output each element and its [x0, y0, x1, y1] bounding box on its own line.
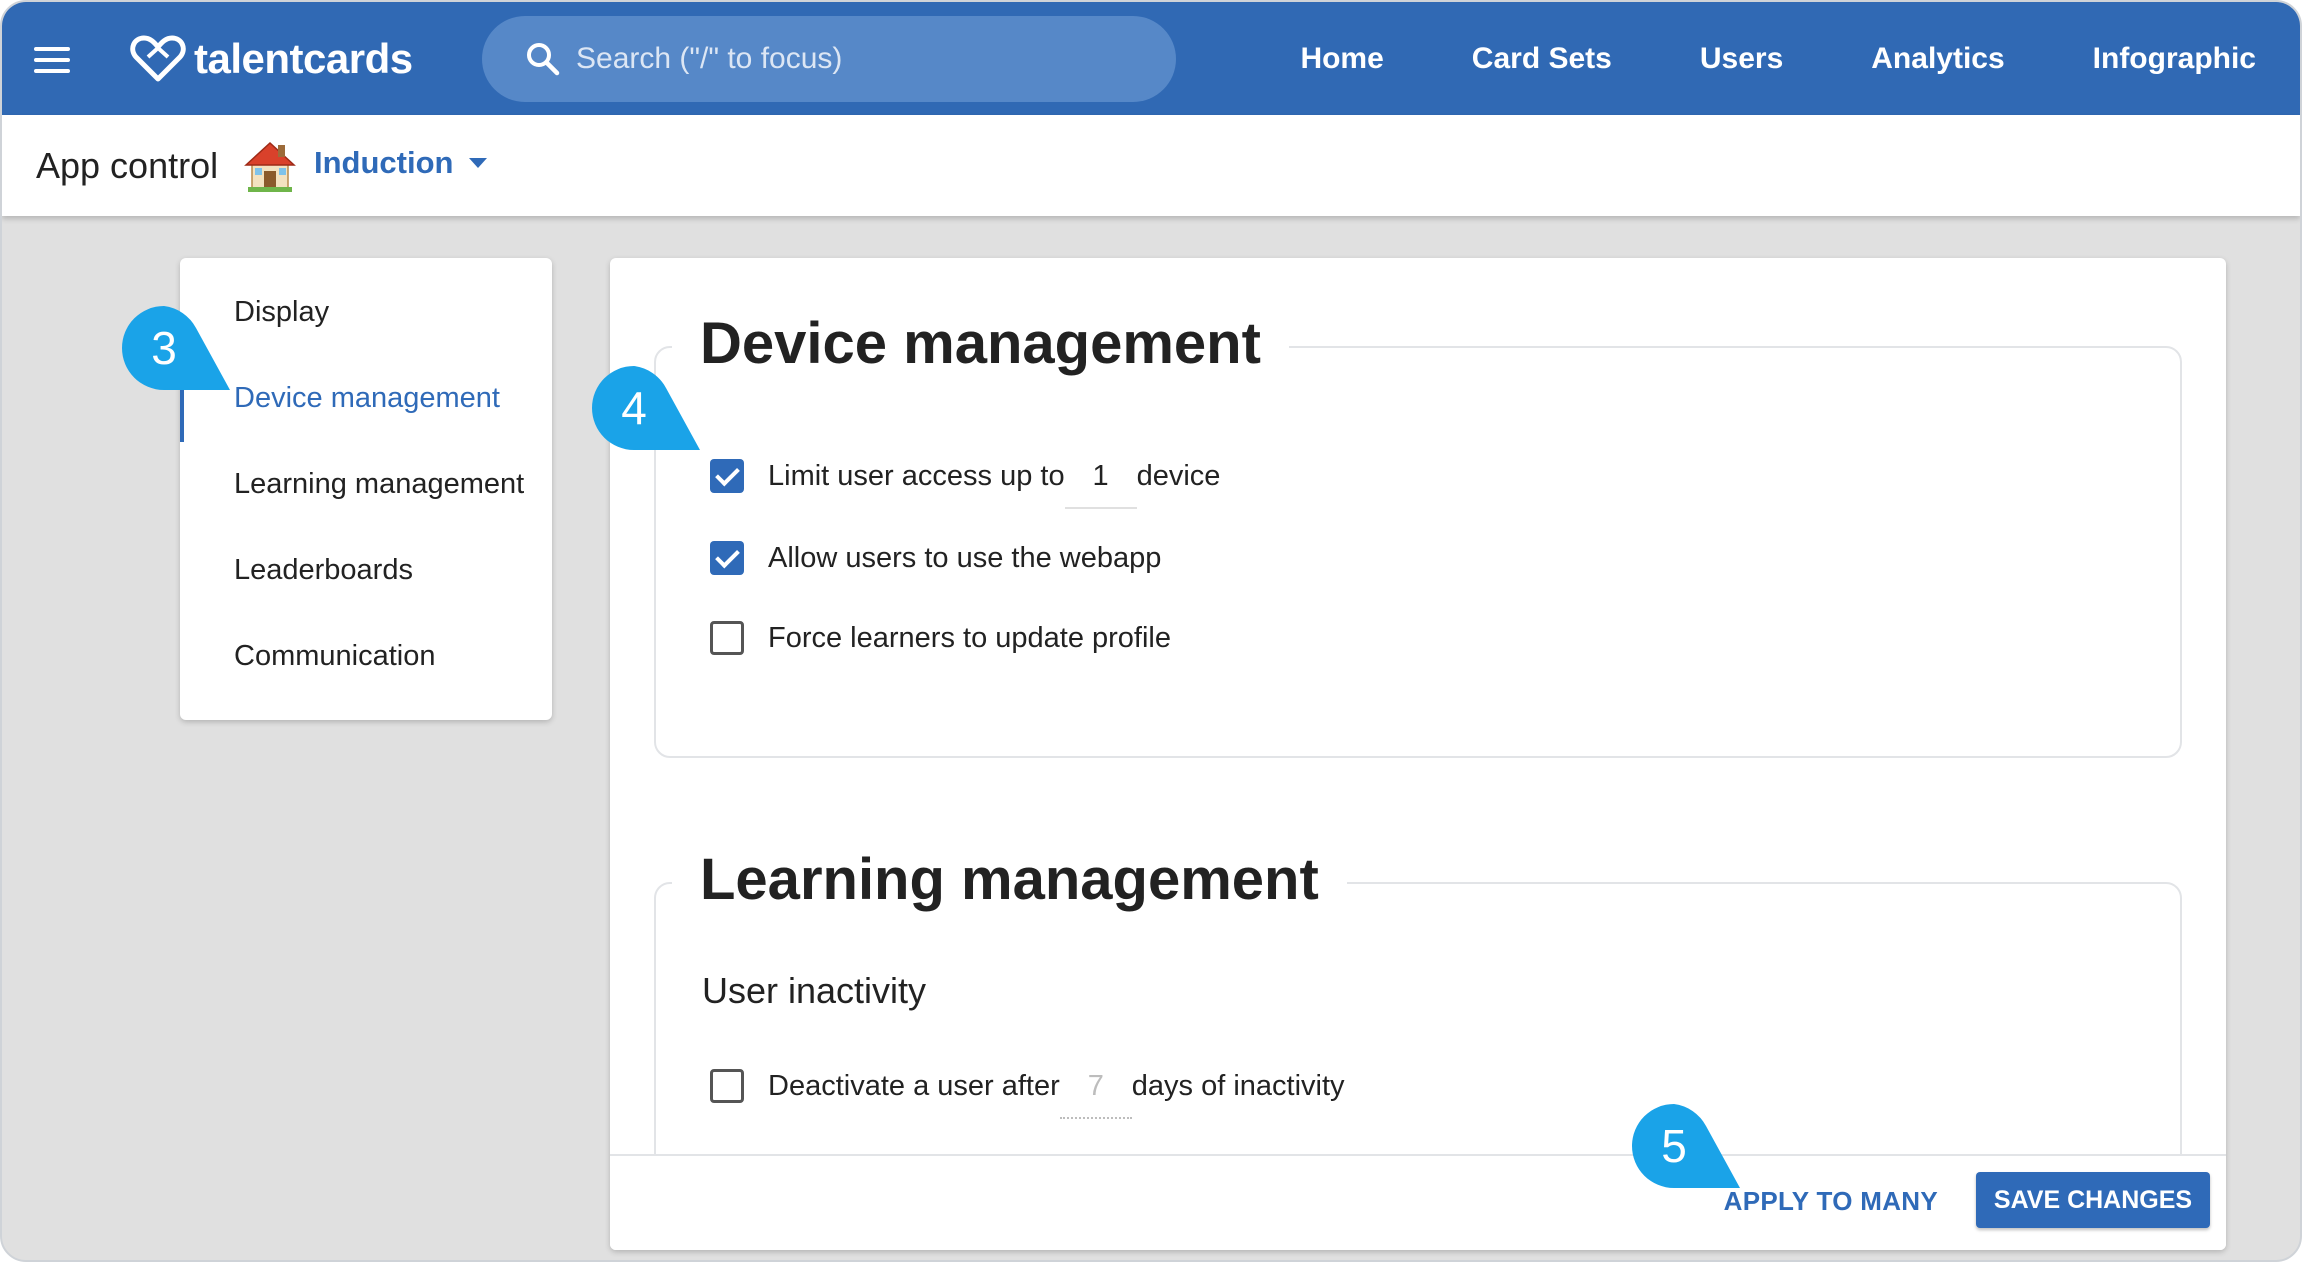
- caret-down-icon: [469, 158, 488, 168]
- sidenav-item-leaderboards[interactable]: Leaderboards: [234, 554, 413, 587]
- callout-number: 5: [1661, 1120, 1687, 1172]
- device-management-section: Device management Limit user access up t…: [654, 310, 2182, 758]
- heart-logo-icon: [130, 35, 186, 82]
- nav-home[interactable]: Home: [1300, 42, 1383, 76]
- callout-number: 4: [621, 382, 647, 434]
- deactivate-row: Deactivate a user after 7 days of inacti…: [710, 1056, 1345, 1119]
- search-icon: [527, 43, 560, 76]
- save-changes-button[interactable]: SAVE CHANGES: [1976, 1172, 2210, 1228]
- deactivate-label: Deactivate a user after: [768, 1069, 1060, 1102]
- sidenav-item-communication[interactable]: Communication: [234, 640, 435, 673]
- logo[interactable]: talentcards: [130, 32, 413, 86]
- sub-header: App control Induction: [2, 115, 2300, 216]
- brand-name: talentcards: [194, 35, 413, 82]
- force-update-label: Force learners to update profile: [768, 621, 1171, 654]
- webapp-checkbox[interactable]: [710, 541, 744, 575]
- page-title: App control: [36, 145, 219, 186]
- settings-panel: Device management Limit user access up t…: [610, 258, 2226, 1250]
- force-update-checkbox[interactable]: [710, 621, 744, 655]
- deactivate-checkbox[interactable]: [710, 1069, 744, 1103]
- sidenav-item-device-management[interactable]: Device management: [234, 382, 500, 415]
- menu-icon[interactable]: [34, 47, 70, 73]
- sidenav-item-learning-management[interactable]: Learning management: [234, 468, 524, 501]
- search-input[interactable]: [576, 42, 1136, 76]
- nav-users[interactable]: Users: [1700, 42, 1783, 76]
- main-nav: Home Card Sets Users Analytics Infograph…: [1300, 2, 2256, 115]
- inactivity-days-input[interactable]: 7: [1059, 1070, 1132, 1119]
- top-bar: talentcards Home Card Sets Users Analyti…: [2, 2, 2300, 115]
- app-selector-label: Induction: [314, 145, 454, 180]
- panel-footer: APPLY TO MANY SAVE CHANGES: [610, 1154, 2226, 1250]
- callout-5: 5: [1632, 1104, 1772, 1204]
- callout-3: 3: [122, 306, 262, 406]
- nav-card-sets[interactable]: Card Sets: [1472, 42, 1612, 76]
- section-title-device-management: Device management: [672, 310, 1289, 377]
- app-window: talentcards Home Card Sets Users Analyti…: [0, 0, 2302, 1262]
- user-inactivity-heading: User inactivity: [702, 970, 927, 1011]
- limit-access-row: Limit user access up to 1 device: [710, 446, 1221, 509]
- limit-access-label: Limit user access up to: [768, 459, 1065, 492]
- section-title-learning-management: Learning management: [672, 846, 1347, 913]
- force-update-row: Force learners to update profile: [710, 618, 1171, 658]
- webapp-label: Allow users to use the webapp: [768, 541, 1162, 574]
- house-icon: [244, 141, 296, 192]
- search-box[interactable]: [482, 16, 1176, 102]
- nav-infographic[interactable]: Infographic: [2093, 42, 2256, 76]
- webapp-row: Allow users to use the webapp: [710, 538, 1161, 578]
- app-selector[interactable]: Induction: [314, 145, 488, 181]
- callout-4: 4: [592, 366, 732, 466]
- callout-number: 3: [151, 322, 177, 374]
- nav-analytics[interactable]: Analytics: [1871, 42, 2004, 76]
- deactivate-suffix: days of inactivity: [1131, 1069, 1345, 1102]
- device-limit-input[interactable]: 1: [1064, 460, 1137, 509]
- limit-access-suffix: device: [1136, 459, 1221, 492]
